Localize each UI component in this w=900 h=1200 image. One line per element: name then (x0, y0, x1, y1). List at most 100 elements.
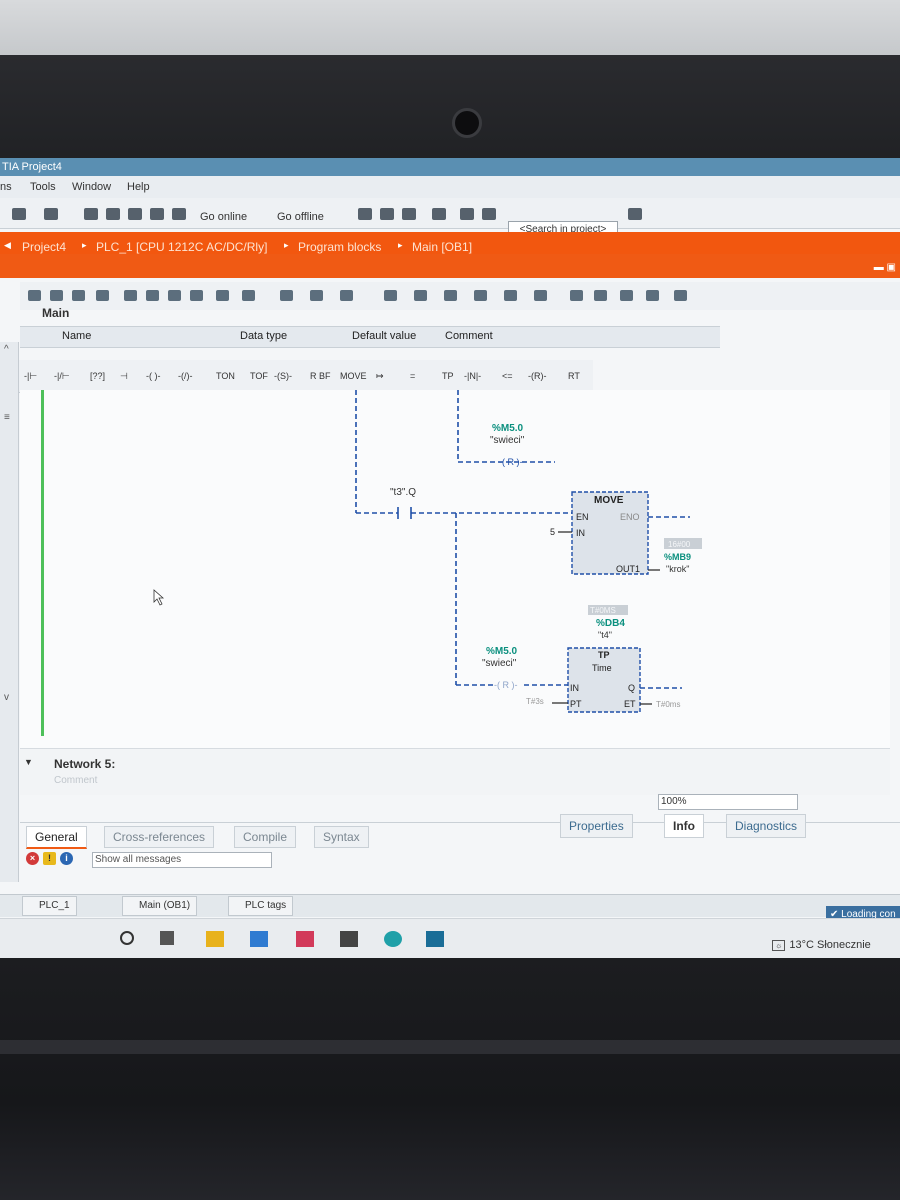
timer-instance-tag[interactable]: "t4" (598, 630, 612, 640)
simulate-icon[interactable] (150, 208, 164, 220)
start-cpu-icon[interactable] (380, 208, 394, 220)
col-comment[interactable]: Comment (445, 330, 493, 342)
run-icon[interactable] (570, 290, 583, 301)
open-branch-tool[interactable]: ⊣ (120, 371, 128, 382)
tab-general[interactable]: General (26, 826, 87, 849)
upload-icon[interactable] (106, 208, 120, 220)
insert-network-icon[interactable] (28, 290, 41, 301)
menu-window[interactable]: Window (72, 181, 111, 193)
file-explorer-icon[interactable] (206, 931, 224, 947)
monitor-on-icon[interactable] (340, 290, 353, 301)
mcafee-icon[interactable] (296, 931, 314, 947)
move-out-address[interactable]: %MB9 (664, 552, 691, 562)
insert-row-icon[interactable] (72, 290, 85, 301)
search-icon[interactable] (120, 931, 134, 945)
network-5-header[interactable]: ▼ Network 5: Comment (20, 748, 890, 795)
breadcrumb-main[interactable]: Main [OB1] (412, 240, 472, 254)
absolute-address-icon[interactable] (216, 290, 229, 301)
no-contact-tool[interactable]: -|⊢ (24, 371, 37, 382)
message-filter-select[interactable]: Show all messages (92, 852, 272, 868)
card-app-icon[interactable] (340, 931, 358, 947)
ton-tool[interactable]: TON (216, 371, 235, 381)
split-v-icon[interactable] (482, 208, 496, 220)
neg-edge-tool[interactable]: -|N|- (464, 371, 481, 381)
breadcrumb-program-blocks[interactable]: Program blocks (298, 240, 381, 254)
menu-help[interactable]: Help (127, 181, 150, 193)
breadcrumb-plc[interactable]: PLC_1 [CPU 1212C AC/DC/Rly] (96, 240, 267, 254)
ladder-diagram[interactable]: %M5.0 "swieci" -( R )- "t3".Q MOVE EN EN… (20, 390, 890, 760)
open-all-icon[interactable] (124, 290, 137, 301)
go-online-button[interactable]: Go online (200, 211, 247, 223)
move-in-value[interactable]: 5 (550, 527, 555, 537)
set-coil-tool[interactable]: -(S)- (274, 371, 292, 381)
compare-eq-tool[interactable]: = (410, 371, 415, 381)
tp-tool[interactable]: TP (442, 371, 454, 381)
rt-tool[interactable]: RT (568, 371, 580, 381)
refresh-icon[interactable] (594, 290, 607, 301)
compile-icon[interactable] (128, 208, 142, 220)
tab-compile[interactable]: Compile (234, 826, 297, 848)
network-5-comment[interactable]: Comment (54, 775, 97, 786)
negated-coil-tool[interactable]: -(/)- (178, 371, 193, 381)
move-tool[interactable]: MOVE (340, 371, 367, 381)
go-offline-button[interactable]: Go offline (277, 211, 324, 223)
sync-icon[interactable] (414, 290, 427, 301)
split-h-icon[interactable] (460, 208, 474, 220)
cross-ref-icon[interactable] (432, 208, 446, 220)
error-filter-icon[interactable]: × (26, 852, 39, 865)
grid-icon[interactable] (168, 290, 181, 301)
info-filter-icon[interactable]: i (60, 852, 73, 865)
task-view-icon[interactable] (160, 931, 174, 945)
warning-filter-icon[interactable]: ! (43, 852, 56, 865)
weather-widget[interactable]: ☼ 13°C Słonecznie (772, 939, 871, 951)
menu-item[interactable]: ns (0, 181, 12, 193)
reset-coil-tool[interactable]: -(R)- (528, 371, 547, 381)
monitor-icon[interactable] (172, 208, 186, 220)
stop-cpu-icon[interactable] (402, 208, 416, 220)
nc-contact-tool[interactable]: -|/⊢ (54, 371, 70, 382)
mail-icon[interactable] (250, 931, 268, 947)
col-default-value[interactable]: Default value (352, 330, 416, 342)
portal-tab-plc[interactable]: PLC_1 (22, 896, 77, 916)
portal-tab-main[interactable]: Main (OB1) (122, 896, 198, 916)
undo-icon[interactable] (12, 208, 26, 220)
delete-network-icon[interactable] (50, 290, 63, 301)
ladder-network-area[interactable]: %M5.0 "swieci" -( R )- "t3".Q MOVE EN EN… (20, 390, 890, 760)
io-icon[interactable] (620, 290, 633, 301)
coil-tool[interactable]: -( )- (146, 371, 161, 381)
breadcrumb-project[interactable]: Project4 (22, 240, 66, 254)
tia-portal-icon[interactable] (426, 931, 444, 947)
portal-tab-plc-tags[interactable]: PLC tags (228, 896, 294, 916)
add-row-icon[interactable] (96, 290, 109, 301)
contact-tag[interactable]: "t3".Q (390, 487, 416, 498)
chevron-up-icon[interactable]: ^ (4, 344, 9, 355)
menu-tools[interactable]: Tools (30, 181, 56, 193)
collapse-triangle-icon[interactable]: ▼ (24, 757, 33, 767)
back-icon[interactable]: ◀ (4, 240, 11, 251)
reset-bf-tool[interactable]: R BF (310, 371, 331, 381)
compare-le-tool[interactable]: <= (502, 371, 513, 381)
download-icon[interactable] (84, 208, 98, 220)
watch-icon[interactable] (646, 290, 659, 301)
call-icon[interactable] (474, 290, 487, 301)
window-controls[interactable]: ▬ ▣ (874, 262, 896, 273)
favorites-icon[interactable] (190, 290, 203, 301)
glasses-icon[interactable] (674, 290, 687, 301)
col-data-type[interactable]: Data type (240, 330, 287, 342)
col-name[interactable]: Name (62, 330, 91, 342)
tab-properties[interactable]: Properties (560, 814, 633, 838)
step-icon[interactable] (534, 290, 547, 301)
redo-icon[interactable] (44, 208, 58, 220)
symbol-icon[interactable] (242, 290, 255, 301)
go-to-error-icon[interactable] (384, 290, 397, 301)
top-coil-symbol[interactable]: -( R )- (499, 457, 523, 467)
chevron-down-icon[interactable]: v (4, 692, 9, 703)
tab-info[interactable]: Info (664, 814, 704, 838)
breakpoint-icon[interactable] (504, 290, 517, 301)
search-go-icon[interactable] (628, 208, 642, 220)
edge-icon[interactable] (384, 931, 402, 947)
tp-pt-value[interactable]: T#3s (526, 697, 544, 706)
compare-icon[interactable] (444, 290, 457, 301)
menu-lines-icon[interactable]: ≡ (4, 412, 10, 423)
list-icon[interactable] (146, 290, 159, 301)
